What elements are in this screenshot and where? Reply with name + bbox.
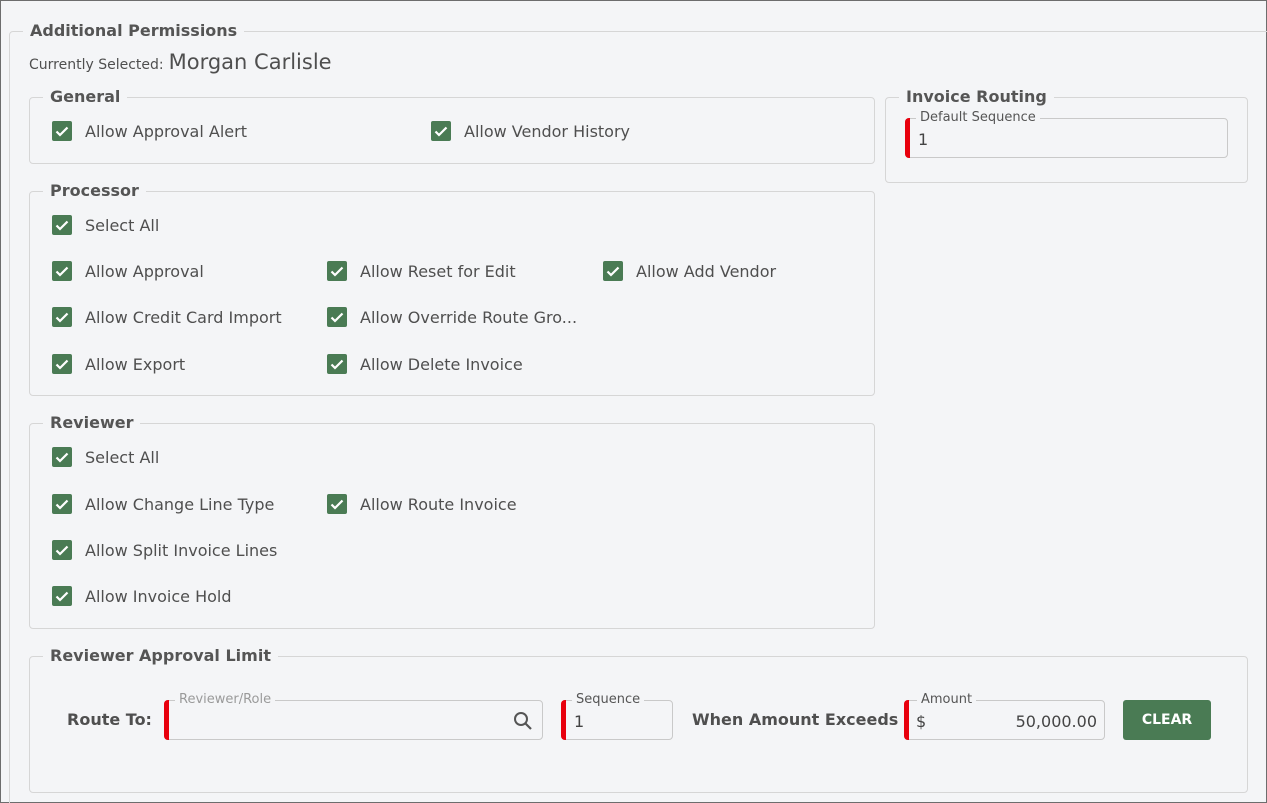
check-icon: [52, 494, 72, 514]
checkbox-processor-select-all[interactable]: Select All: [52, 213, 159, 237]
checkbox-label: Allow Add Vendor: [636, 261, 777, 281]
checkbox-label: Select All: [85, 447, 160, 467]
checkbox-allow-invoice-hold[interactable]: Allow Invoice Hold: [52, 584, 232, 608]
checkbox-allow-approval-alert[interactable]: Allow Approval Alert: [52, 119, 247, 143]
check-icon: [52, 121, 72, 141]
search-icon[interactable]: [513, 711, 533, 735]
check-icon: [52, 261, 72, 281]
when-amount-exceeds-label: When Amount Exceeds: [692, 710, 899, 729]
checkbox-allow-change-line-type[interactable]: Allow Change Line Type: [52, 492, 274, 516]
checkbox-label: Allow Override Route Gro...: [360, 307, 578, 327]
reviewer-title: Reviewer: [43, 413, 141, 433]
sequence-input[interactable]: Sequence 1: [561, 692, 673, 740]
checkbox-label: Allow Delete Invoice: [360, 354, 523, 374]
checkbox-label: Allow Approval: [85, 261, 204, 281]
check-icon: [52, 215, 72, 235]
default-sequence-label: Default Sequence: [916, 110, 1040, 126]
checkbox-label: Allow Approval Alert: [85, 121, 247, 141]
checkbox-allow-approval[interactable]: Allow Approval: [52, 259, 204, 283]
checkbox-allow-export[interactable]: Allow Export: [52, 352, 185, 376]
checkbox-label: Allow Route Invoice: [360, 494, 517, 514]
general-title: General: [43, 87, 128, 107]
check-icon: [327, 354, 347, 374]
reviewer-role-placeholder: Reviewer/Role: [175, 692, 276, 708]
clear-button[interactable]: CLEAR: [1123, 700, 1211, 740]
checkbox-allow-add-vendor[interactable]: Allow Add Vendor: [603, 259, 776, 283]
route-to-label: Route To:: [67, 710, 152, 729]
check-icon: [327, 307, 347, 327]
check-icon: [327, 261, 347, 281]
default-sequence-value: 1: [918, 130, 929, 149]
amount-label: Amount: [917, 692, 977, 708]
required-indicator: [905, 118, 910, 158]
amount-value: 50,000.00: [1015, 712, 1097, 731]
reviewer-role-input[interactable]: Reviewer/Role: [164, 692, 543, 740]
check-icon: [327, 494, 347, 514]
checkbox-label: Allow Invoice Hold: [85, 586, 232, 606]
check-icon: [52, 540, 72, 560]
checkbox-label: Allow Split Invoice Lines: [85, 540, 278, 560]
currently-selected: Currently Selected: Morgan Carlisle: [29, 50, 332, 74]
currency-symbol: $: [916, 712, 927, 731]
checkbox-allow-vendor-history[interactable]: Allow Vendor History: [431, 119, 630, 143]
default-sequence-field[interactable]: Default Sequence 1: [905, 110, 1228, 158]
checkbox-allow-reset-for-edit[interactable]: Allow Reset for Edit: [327, 259, 516, 283]
invoice-routing-title: Invoice Routing: [899, 87, 1054, 107]
sequence-label: Sequence: [572, 692, 645, 708]
checkbox-allow-split-invoice-lines[interactable]: Allow Split Invoice Lines: [52, 538, 277, 562]
reviewer-approval-limit-title: Reviewer Approval Limit: [43, 646, 278, 666]
checkbox-label: Allow Export: [85, 354, 186, 374]
checkbox-allow-credit-card-import[interactable]: Allow Credit Card Import: [52, 305, 282, 329]
required-indicator: [904, 700, 909, 740]
checkbox-label: Allow Credit Card Import: [85, 307, 282, 327]
checkbox-label: Allow Reset for Edit: [360, 261, 516, 281]
checkbox-allow-delete-invoice[interactable]: Allow Delete Invoice: [327, 352, 523, 376]
check-icon: [52, 586, 72, 606]
currently-selected-label: Currently Selected:: [29, 57, 164, 73]
section-title: Additional Permissions: [23, 21, 245, 41]
check-icon: [52, 447, 72, 467]
check-icon: [603, 261, 623, 281]
checkbox-label: Allow Change Line Type: [85, 494, 275, 514]
checkbox-label: Allow Vendor History: [464, 121, 631, 141]
amount-input[interactable]: Amount $ 50,000.00: [904, 692, 1105, 740]
required-indicator: [561, 700, 566, 740]
check-icon: [431, 121, 451, 141]
required-indicator: [164, 700, 169, 740]
selected-user-name: Morgan Carlisle: [168, 50, 332, 74]
sequence-value: 1: [574, 712, 585, 731]
checkbox-reviewer-select-all[interactable]: Select All: [52, 445, 159, 469]
checkbox-allow-route-invoice[interactable]: Allow Route Invoice: [327, 492, 517, 516]
checkbox-label: Select All: [85, 215, 160, 235]
check-icon: [52, 354, 72, 374]
checkbox-allow-override-route-group[interactable]: Allow Override Route Gro...: [327, 305, 577, 329]
processor-title: Processor: [43, 181, 146, 201]
check-icon: [52, 307, 72, 327]
